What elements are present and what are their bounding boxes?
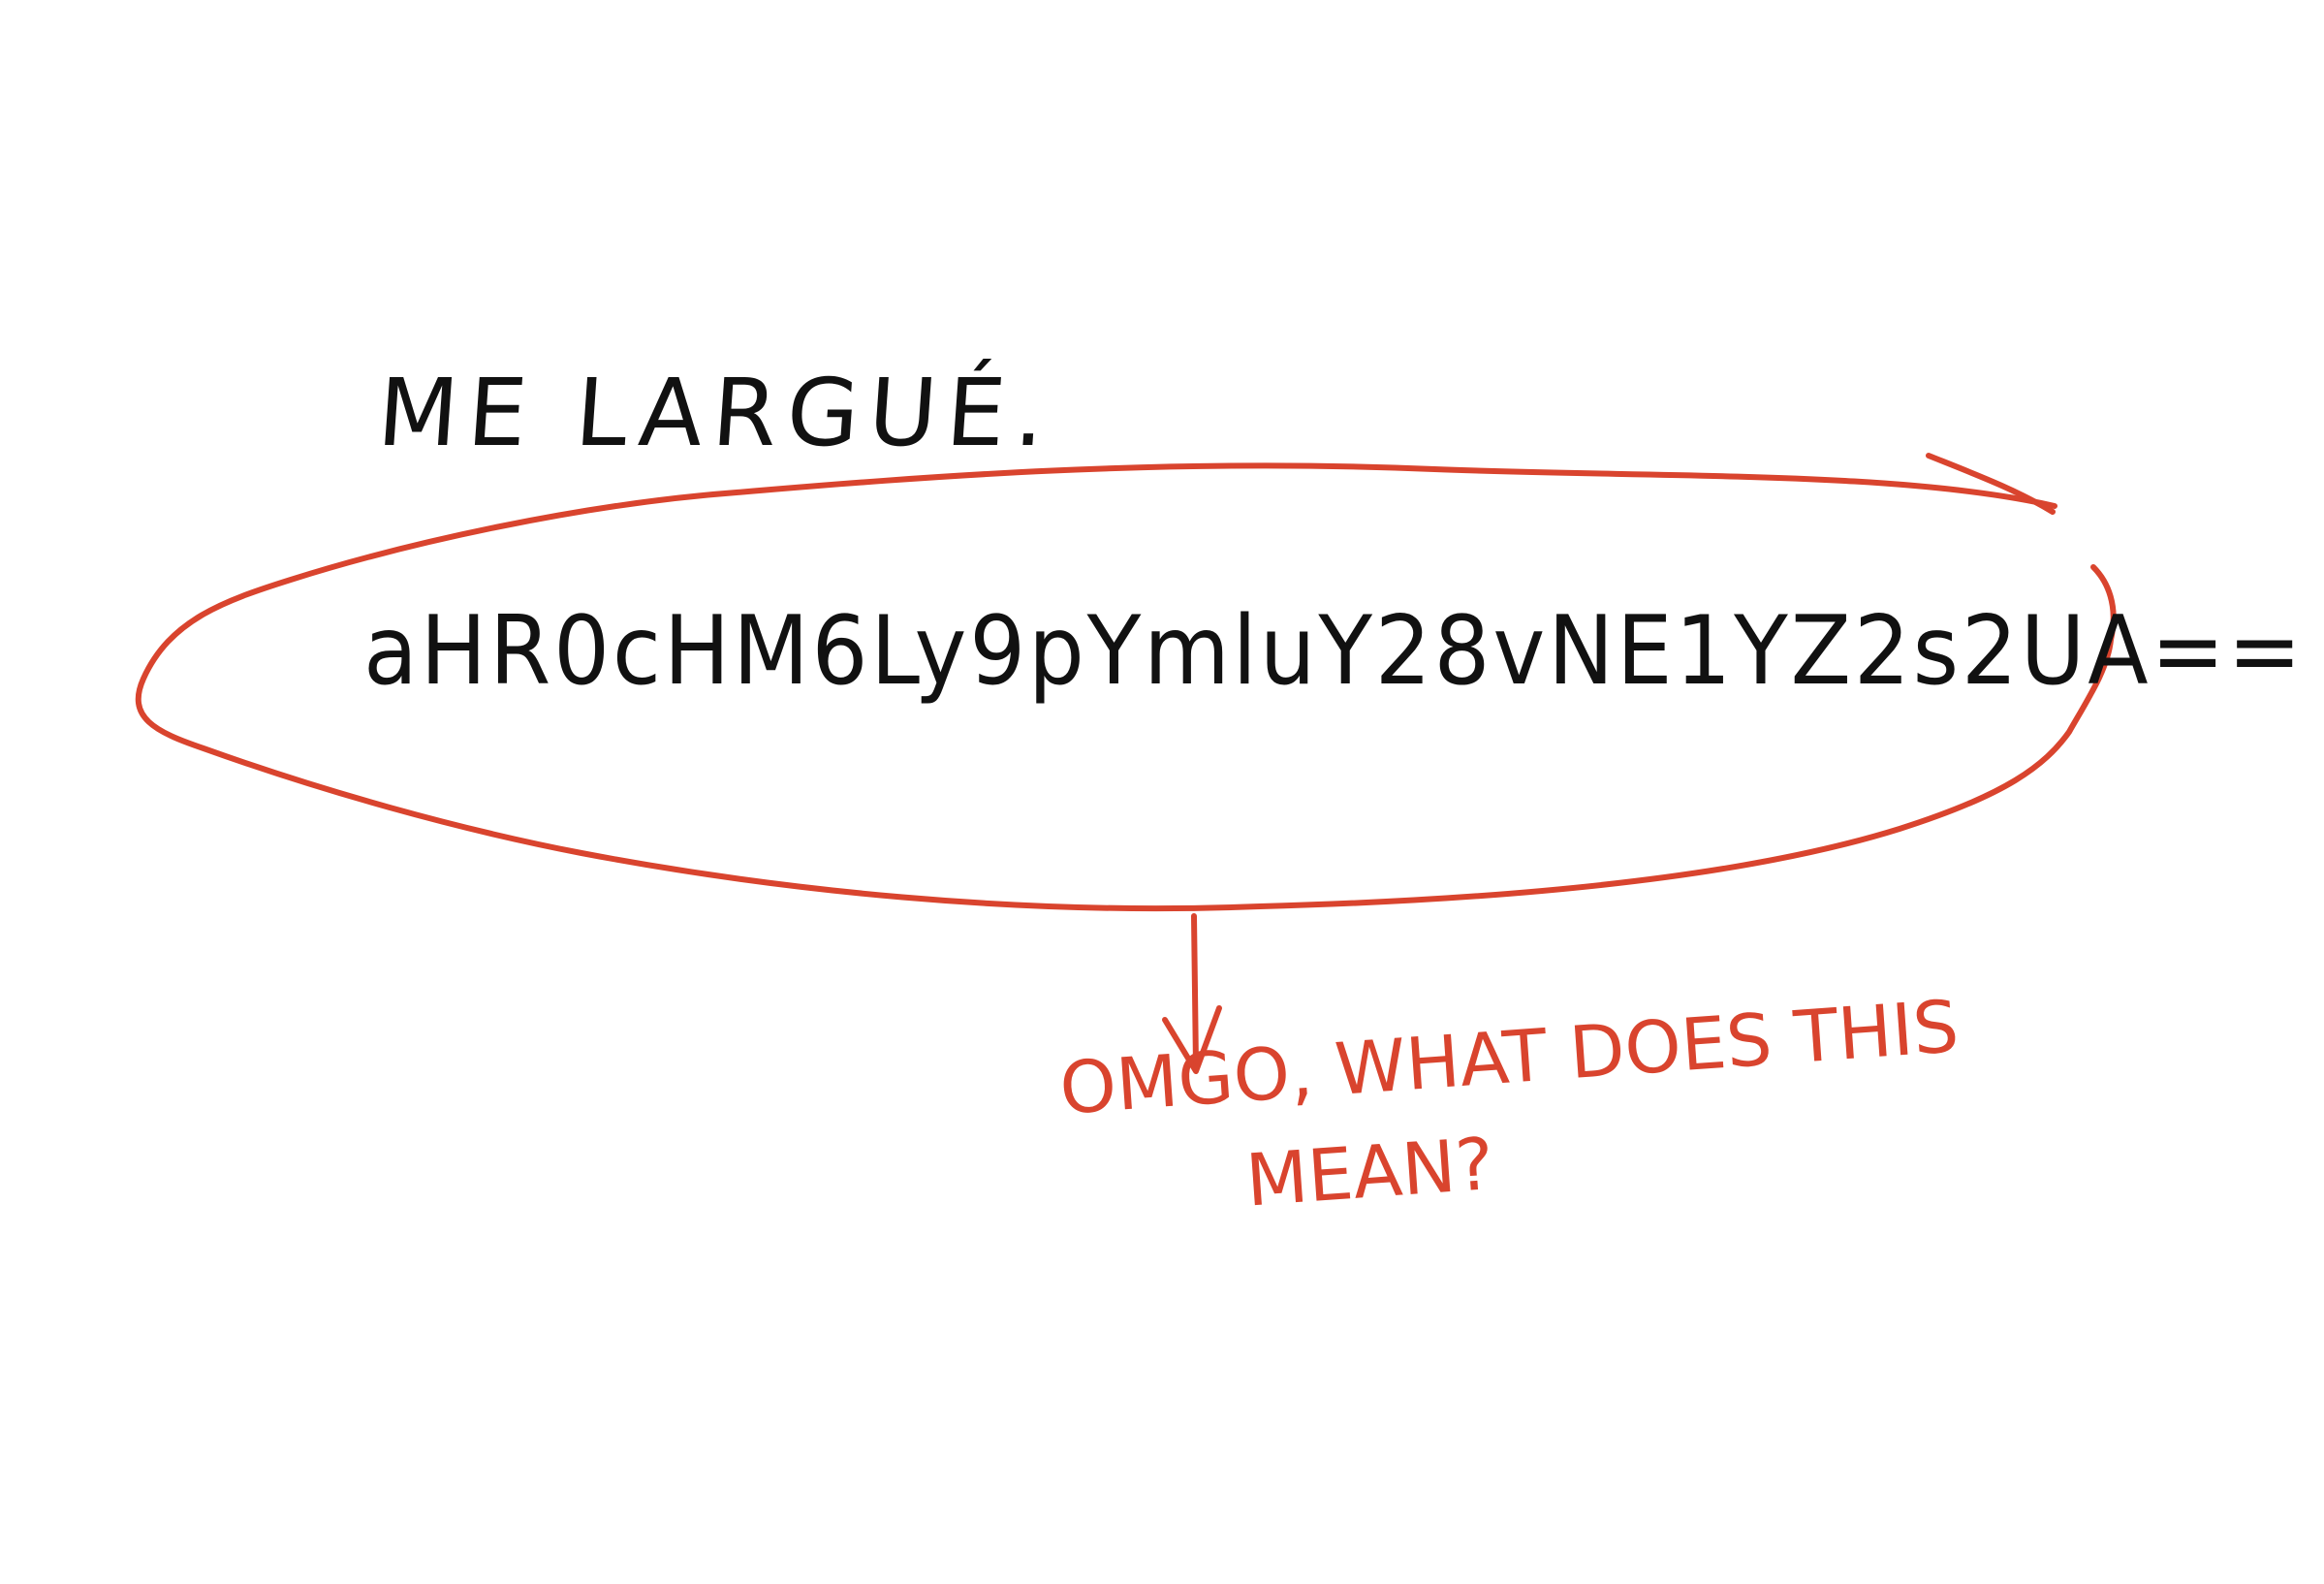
handwritten-note: ME LARGUÉ. aHR0cHM6Ly9pYmluY28vNE1YZ2s2U… [0,0,2324,1584]
red-loop-tail [1926,453,2056,515]
heading-text: ME LARGUÉ. [374,359,1058,467]
annotation-strokes [135,453,2117,1074]
encoded-string-text: aHR0cHM6Ly9pYmluY28vNE1YZ2s2UA== [363,596,2305,707]
